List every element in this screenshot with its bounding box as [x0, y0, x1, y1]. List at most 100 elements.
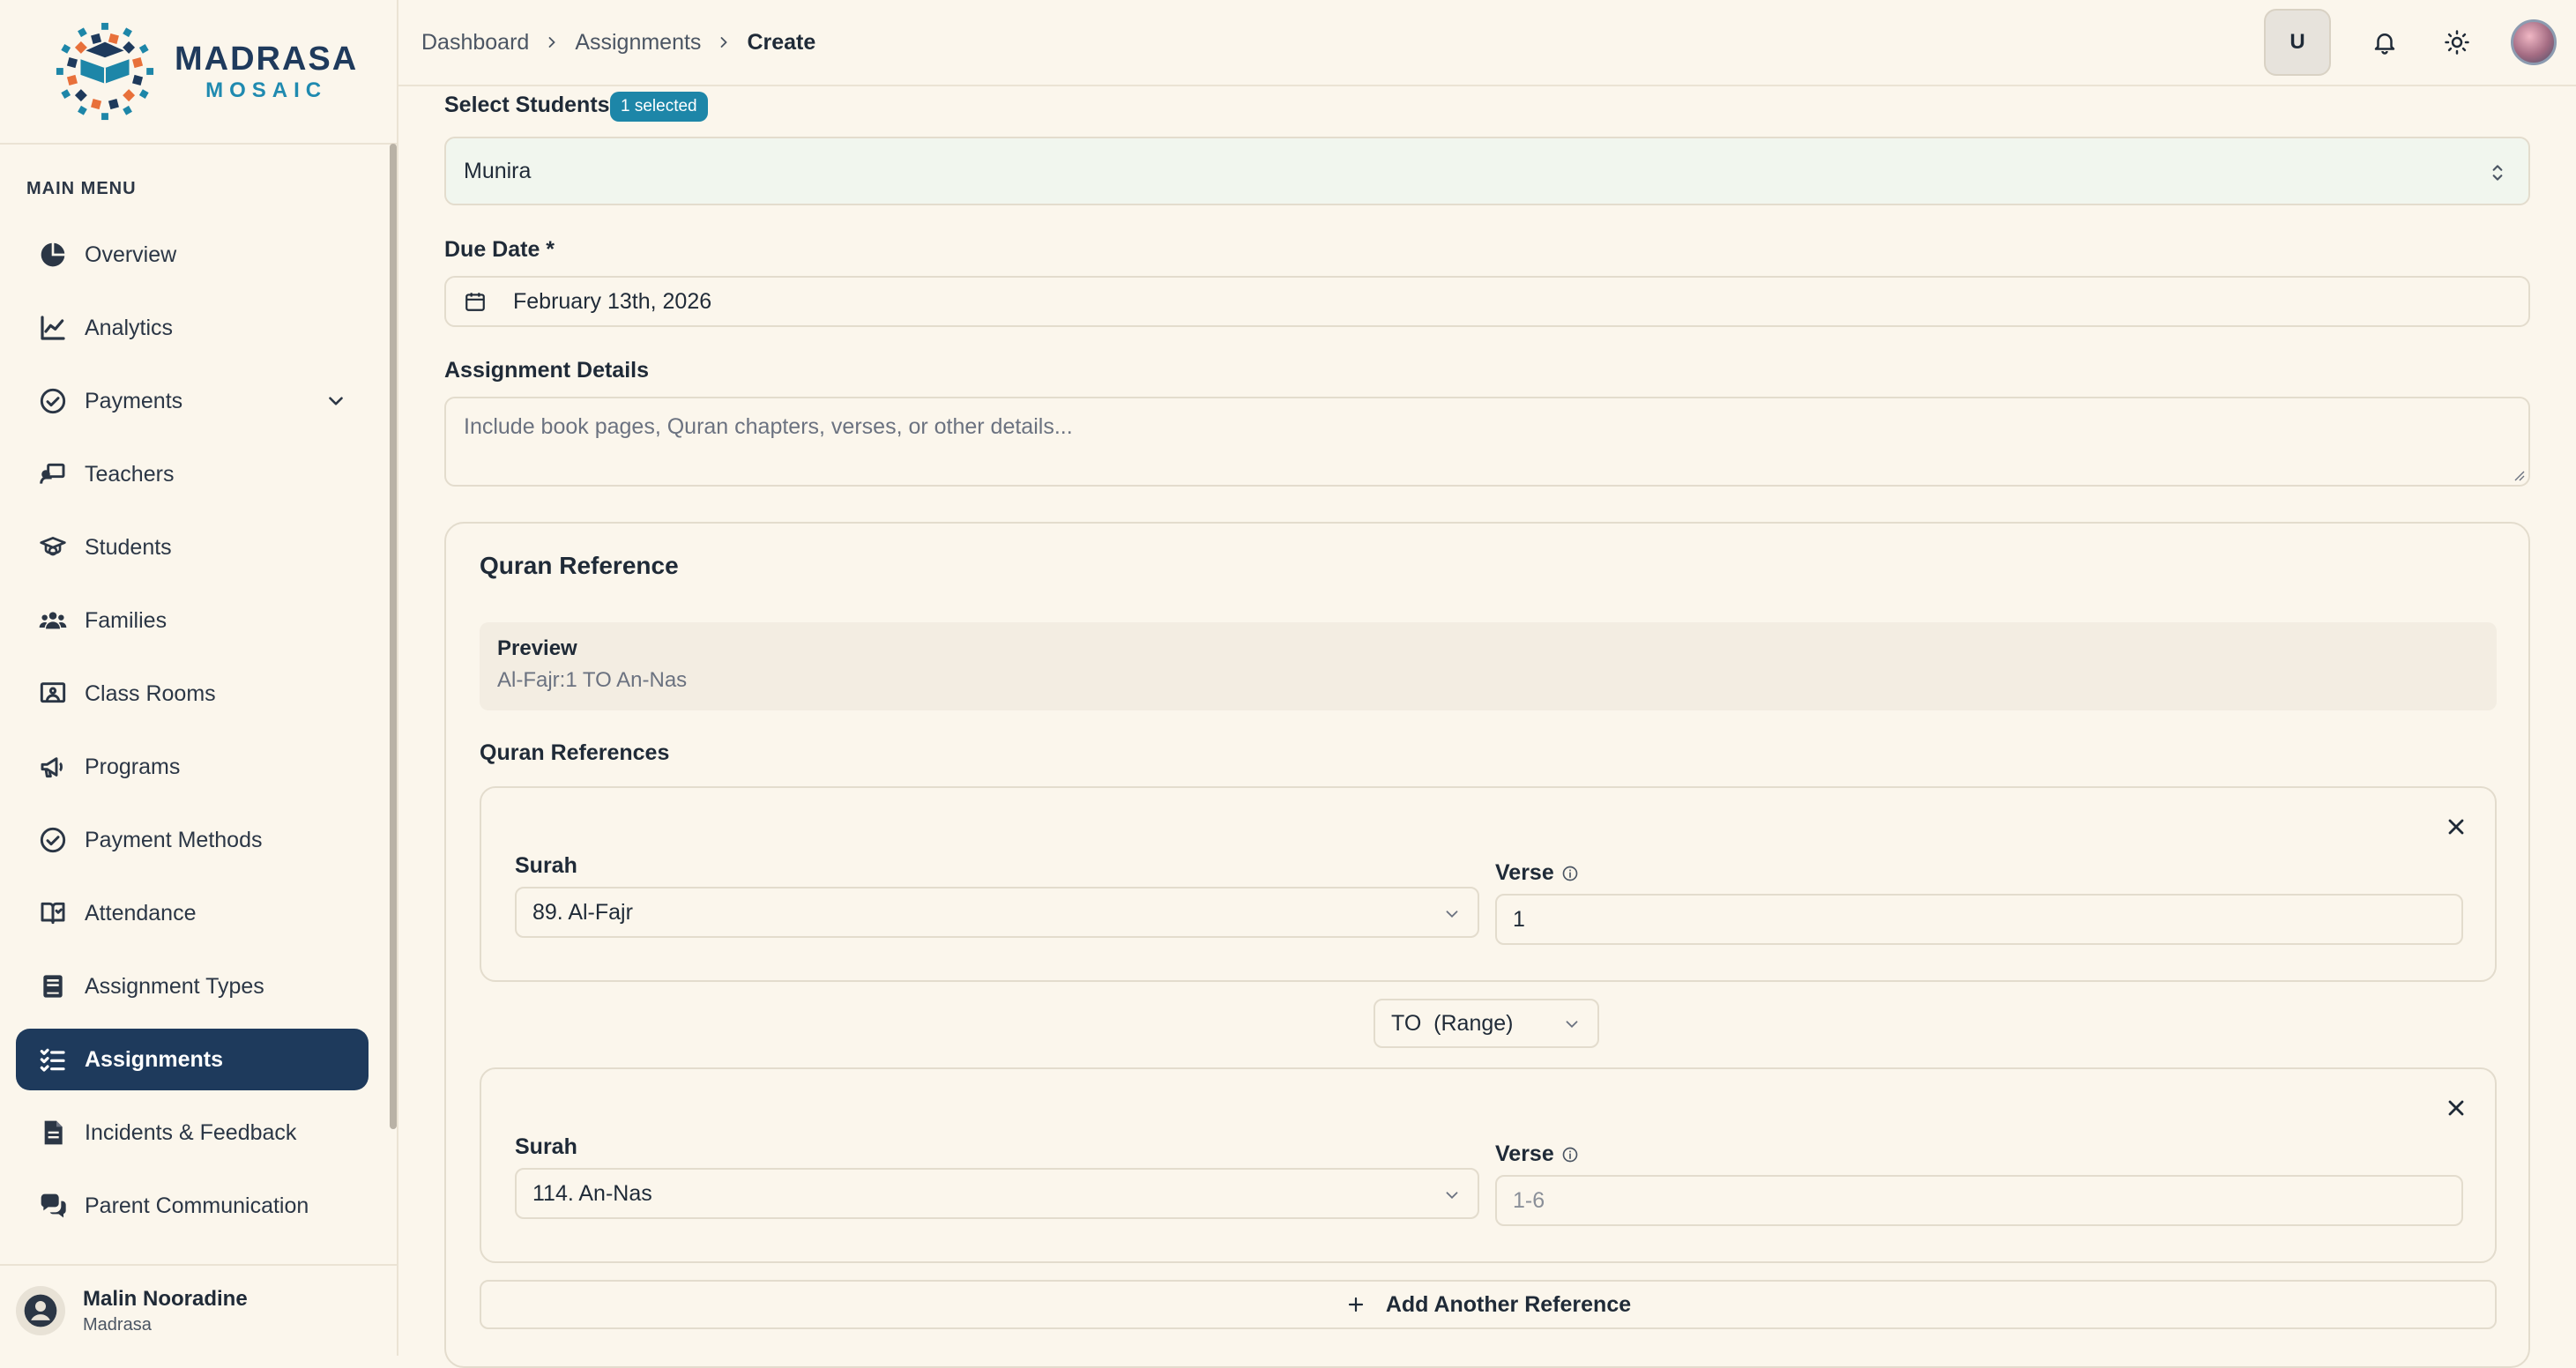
user-role: Madrasa	[83, 1314, 152, 1335]
sidebar-item-label: Assignments	[85, 1046, 223, 1072]
sidebar-item-analytics[interactable]: Analytics	[16, 297, 369, 359]
range-select[interactable]: TO (Range)	[1374, 999, 1599, 1048]
resize-handle-icon[interactable]	[2511, 467, 2525, 481]
chat-bubbles-icon	[37, 1190, 69, 1222]
chevrons-up-down-icon	[2492, 165, 2503, 181]
check-circle-icon	[37, 824, 69, 856]
brand-logo[interactable]: MADRASA MOSAIC	[0, 0, 397, 145]
sidebar-item-incidents-feedback[interactable]: Incidents & Feedback	[16, 1102, 369, 1164]
sidebar-item-attendance[interactable]: Attendance	[16, 882, 369, 944]
sidebar-item-label: Assignment Types	[85, 973, 264, 999]
select-students-label: Select Students	[444, 93, 610, 117]
sidebar: MADRASA MOSAIC MAIN MENU Overview Analyt…	[0, 0, 398, 1356]
sidebar-item-label: Analytics	[85, 315, 174, 340]
reference-card-2: Surah 114. An-Nas Verse 1-6	[480, 1067, 2497, 1263]
sidebar-item-label: Payments	[85, 388, 183, 413]
sidebar-item-parent-communication[interactable]: Parent Communication	[16, 1175, 369, 1237]
sidebar-scrollbar[interactable]	[390, 144, 397, 1129]
sidebar-item-label: Teachers	[85, 461, 175, 487]
line-chart-icon	[37, 312, 69, 344]
sidebar-item-programs[interactable]: Programs	[16, 736, 369, 798]
verse-label: Verse	[1495, 860, 1579, 886]
breadcrumb-assignments[interactable]: Assignments	[575, 30, 701, 56]
add-reference-button[interactable]: Add Another Reference	[480, 1280, 2497, 1329]
profile-avatar[interactable]	[2511, 19, 2557, 65]
sidebar-item-label: Attendance	[85, 900, 197, 926]
chevron-down-icon	[1446, 911, 1458, 918]
classroom-icon	[37, 678, 69, 710]
chevron-down-icon[interactable]	[324, 390, 347, 413]
sidebar-item-students[interactable]: Students	[16, 517, 369, 578]
preview-label: Preview	[497, 636, 577, 660]
verse-input[interactable]: 1-6	[1495, 1175, 2463, 1226]
user-initial-button[interactable]: U	[2264, 9, 2331, 76]
main-menu-label: MAIN MENU	[26, 179, 137, 198]
calendar-icon	[465, 293, 485, 311]
add-reference-label: Add Another Reference	[1385, 1291, 1632, 1317]
quran-reference-title: Quran Reference	[480, 552, 679, 579]
sidebar-item-label: Payment Methods	[85, 827, 263, 852]
chevron-down-icon	[1446, 1192, 1458, 1200]
sidebar-item-payments[interactable]: Payments	[16, 370, 369, 432]
breadcrumb-dashboard[interactable]: Dashboard	[421, 30, 529, 56]
surah-select-value: 114. An-Nas	[532, 1180, 652, 1206]
sun-icon[interactable]	[2438, 24, 2475, 61]
sidebar-item-assignments[interactable]: Assignments	[16, 1029, 369, 1090]
sidebar-item-families[interactable]: Families	[16, 590, 369, 651]
due-date-label: Due Date *	[444, 237, 555, 262]
quran-references-label: Quran References	[480, 740, 670, 765]
verse-input[interactable]: 1	[1495, 894, 2463, 945]
sidebar-item-label: Programs	[85, 754, 181, 779]
graduation-cap-icon	[37, 532, 69, 563]
mosaic-logo-icon	[56, 22, 154, 121]
book-icon	[37, 970, 69, 1002]
info-icon[interactable]	[1561, 865, 1579, 882]
sidebar-item-label: Students	[85, 534, 172, 560]
sidebar-item-class-rooms[interactable]: Class Rooms	[16, 663, 369, 725]
verse-label: Verse	[1495, 1141, 1579, 1167]
sidebar-item-label: Overview	[85, 242, 177, 267]
info-icon[interactable]	[1561, 1146, 1579, 1164]
close-icon[interactable]	[2444, 1096, 2468, 1120]
user-avatar-icon	[16, 1286, 65, 1335]
sidebar-item-assignment-types[interactable]: Assignment Types	[16, 955, 369, 1017]
quran-preview: Preview Al-Fajr:1 TO An-Nas	[480, 622, 2497, 710]
users-icon	[37, 605, 69, 636]
assignment-details-placeholder: Include book pages, Quran chapters, vers…	[464, 414, 1073, 439]
verse-input-value: 1	[1513, 906, 1525, 932]
brand-title: MADRASA	[175, 41, 359, 78]
due-date-picker[interactable]: February 13th, 2026	[444, 276, 2530, 327]
sidebar-item-overview[interactable]: Overview	[16, 224, 369, 286]
close-icon[interactable]	[2444, 814, 2468, 839]
surah-label: Surah	[515, 853, 577, 878]
sidebar-item-payment-methods[interactable]: Payment Methods	[16, 809, 369, 871]
user-info: Malin Nooradine Madrasa	[83, 1287, 248, 1335]
user-profile[interactable]: Malin Nooradine Madrasa	[0, 1264, 398, 1356]
brand-name: MADRASA MOSAIC	[175, 40, 358, 103]
selected-count-badge: 1 selected	[610, 92, 708, 122]
breadcrumb: Dashboard Assignments Create	[398, 30, 815, 56]
surah-select[interactable]: 114. An-Nas	[515, 1168, 1479, 1219]
sidebar-item-teachers[interactable]: Teachers	[16, 443, 369, 505]
students-select-value: Munira	[464, 158, 532, 183]
chevron-down-icon	[1566, 1021, 1578, 1029]
top-actions: U	[2264, 9, 2557, 76]
verse-input-placeholder: 1-6	[1513, 1187, 1545, 1213]
assignment-details-textarea[interactable]: Include book pages, Quran chapters, vers…	[444, 397, 2530, 487]
preview-value: Al-Fajr:1 TO An-Nas	[497, 668, 688, 692]
bell-icon[interactable]	[2366, 24, 2403, 61]
sidebar-item-label: Parent Communication	[85, 1193, 309, 1218]
surah-label: Surah	[515, 1134, 577, 1159]
teacher-board-icon	[37, 458, 69, 490]
chevron-right-icon	[721, 37, 728, 48]
chevron-right-icon	[548, 37, 556, 48]
check-circle-icon	[37, 385, 69, 417]
book-check-icon	[37, 897, 69, 929]
surah-select[interactable]: 89. Al-Fajr	[515, 887, 1479, 938]
students-select[interactable]: Munira	[444, 137, 2530, 205]
verse-label-text: Verse	[1495, 860, 1554, 885]
main-menu: Overview Analytics Payments Teachers Stu…	[16, 224, 369, 1248]
assignment-details-label: Assignment Details	[444, 358, 650, 383]
pie-chart-icon	[37, 239, 69, 271]
due-date-value: February 13th, 2026	[513, 288, 712, 314]
